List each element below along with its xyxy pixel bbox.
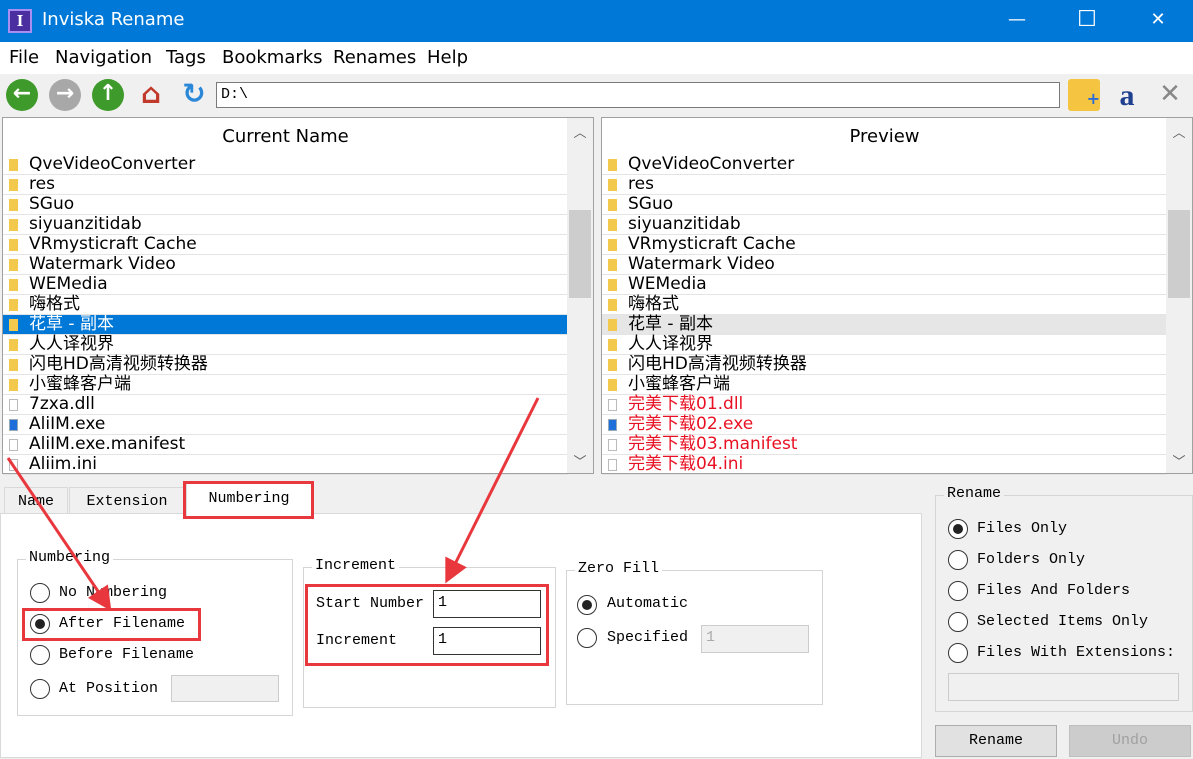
arrow-to-increment (445, 397, 540, 584)
arrow-to-after-filename (6, 457, 112, 611)
annotation-arrows (6, 397, 540, 611)
